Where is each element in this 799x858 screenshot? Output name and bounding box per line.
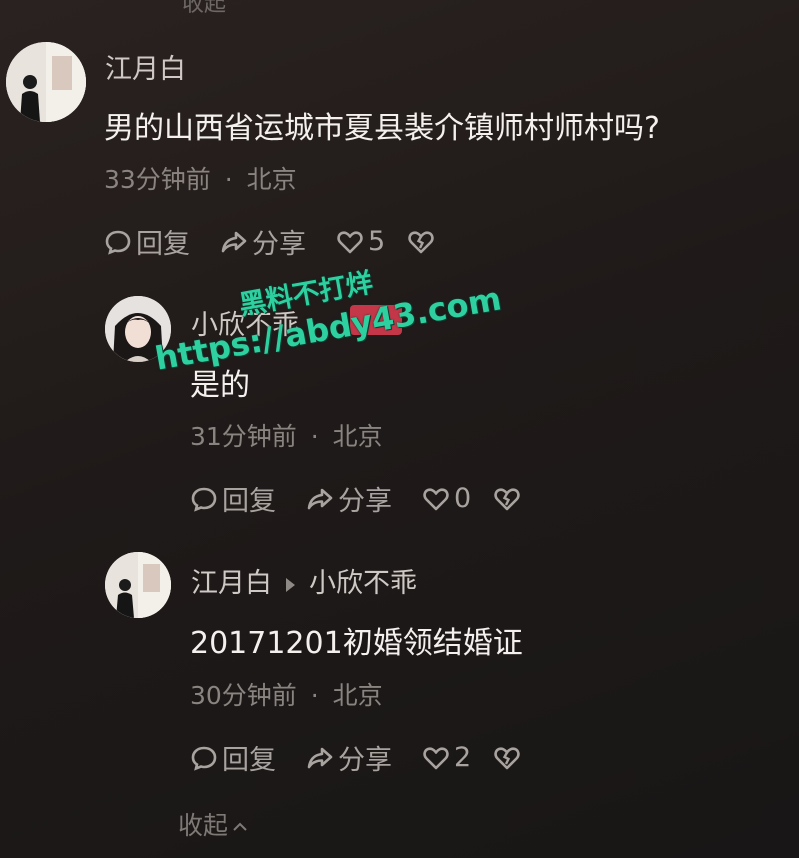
broken-heart-icon	[408, 230, 434, 253]
share-label: 分享	[338, 745, 392, 776]
reply-to-username[interactable]: 小欣不乖	[309, 568, 417, 599]
comment-meta: 33分钟前 · 北京	[104, 160, 297, 196]
comment-time: 31分钟前	[190, 422, 297, 451]
like-button[interactable]: 0	[422, 483, 471, 514]
like-count: 5	[368, 226, 386, 257]
share-arrow-icon	[307, 747, 333, 768]
share-button[interactable]: 分享	[306, 479, 392, 518]
comment-meta: 30分钟前 · 北京	[190, 676, 383, 712]
avatar[interactable]	[105, 296, 171, 362]
meta-separator: ·	[224, 165, 233, 194]
comment-location: 北京	[246, 165, 297, 194]
collapse-label: 收起	[178, 811, 229, 840]
reply-bubble-icon	[105, 230, 131, 255]
reply-bubble-icon	[191, 746, 217, 771]
broken-heart-icon	[494, 746, 520, 769]
chevron-up-icon	[233, 822, 247, 831]
comment-location: 北京	[332, 422, 383, 451]
reply-label: 回复	[222, 486, 276, 517]
collapse-replies-button[interactable]: 收起	[178, 806, 250, 842]
comment-text: 20171201初婚领结婚证	[190, 626, 523, 661]
comment-text: 是的	[190, 368, 250, 403]
like-button[interactable]: 2	[422, 742, 471, 773]
share-button[interactable]: 分享	[306, 738, 392, 777]
reply-button[interactable]: 回复	[190, 479, 276, 518]
like-count: 2	[454, 742, 472, 773]
reply-label: 回复	[136, 229, 190, 260]
comment-username-line: 江月白 小欣不乖	[191, 561, 417, 600]
dislike-button[interactable]	[493, 485, 525, 513]
comment-actions: 回复 分享 5	[104, 222, 469, 261]
dislike-button[interactable]	[407, 228, 439, 256]
comment-meta: 31分钟前 · 北京	[190, 417, 383, 453]
dislike-button[interactable]	[493, 744, 525, 772]
heart-icon	[423, 487, 449, 510]
broken-heart-icon	[494, 487, 520, 510]
share-label: 分享	[338, 486, 392, 517]
comment-text: 男的山西省运城市夏县裴介镇师村师村吗?	[104, 111, 660, 146]
share-label: 分享	[252, 229, 306, 260]
share-arrow-icon	[307, 488, 333, 509]
reply-to-arrow-icon	[286, 577, 295, 592]
top-collapse-cutoff[interactable]: 收起	[182, 0, 226, 18]
avatar-image	[105, 296, 171, 362]
reply-bubble-icon	[191, 487, 217, 512]
comment-username[interactable]: 江月白	[105, 47, 186, 86]
reply-button[interactable]: 回复	[190, 738, 276, 777]
comment-actions: 回复 分享 0	[190, 479, 555, 518]
comment-actions: 回复 分享 2	[190, 738, 555, 777]
avatar-image	[6, 42, 86, 122]
comment-username[interactable]: 江月白	[191, 568, 272, 599]
avatar[interactable]	[105, 552, 171, 618]
like-count: 0	[454, 483, 472, 514]
comment-time: 33分钟前	[104, 165, 211, 194]
author-badge	[350, 305, 402, 335]
comment-location: 北京	[332, 681, 383, 710]
comment-username[interactable]: 小欣不乖	[191, 303, 299, 342]
avatar-image	[105, 552, 171, 618]
comment-time: 30分钟前	[190, 681, 297, 710]
heart-icon	[423, 746, 449, 769]
meta-separator: ·	[310, 681, 319, 710]
heart-icon	[337, 230, 363, 253]
like-button[interactable]: 5	[336, 226, 385, 257]
share-button[interactable]: 分享	[220, 222, 306, 261]
share-arrow-icon	[221, 231, 247, 252]
reply-label: 回复	[222, 745, 276, 776]
reply-button[interactable]: 回复	[104, 222, 190, 261]
comment-thread-screen: 收起 江月白 男的山西省运城市夏县裴介镇师村师村吗? 33分钟前 · 北京 回复	[0, 0, 799, 858]
meta-separator: ·	[310, 422, 319, 451]
avatar[interactable]	[6, 42, 86, 122]
